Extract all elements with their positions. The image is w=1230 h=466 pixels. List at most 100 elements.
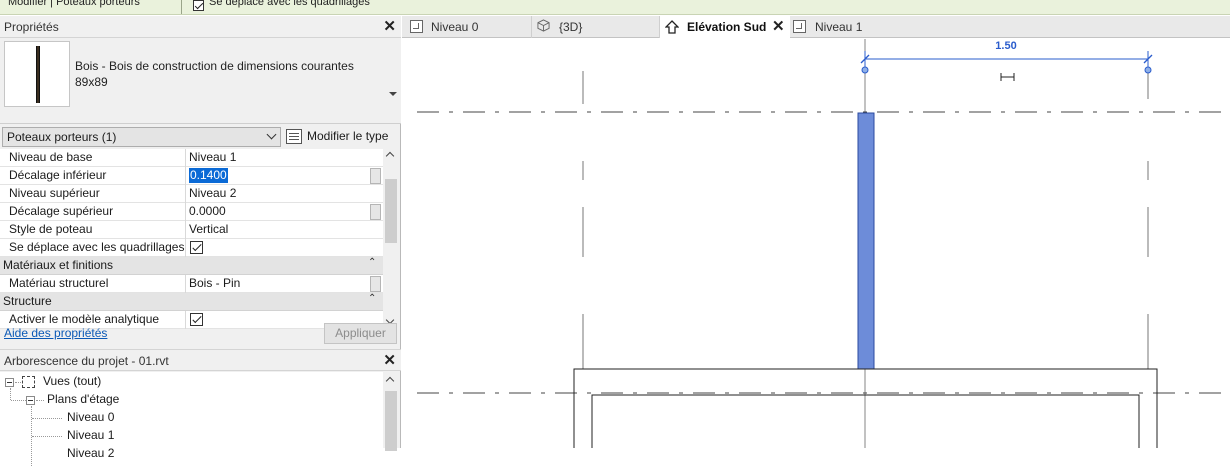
dimension-grip-left[interactable]: [861, 66, 869, 74]
property-row-base-level[interactable]: Niveau de base Niveau 1: [0, 149, 383, 167]
tab-label: {3D}: [559, 20, 583, 34]
property-label: Matériau structurel: [0, 275, 186, 293]
project-browser-scrollbar[interactable]: [383, 372, 399, 451]
property-label: Décalage supérieur: [0, 203, 186, 221]
views-icon: [22, 376, 35, 388]
type-name: Bois - Bois de construction de dimension…: [75, 58, 375, 90]
context-title: Modifier | Poteaux porteurs: [8, 0, 140, 8]
context-bar: Modifier | Poteaux porteurs Se déplace a…: [0, 0, 1230, 15]
property-row-base-offset[interactable]: Décalage inférieur 0.1400: [0, 167, 383, 185]
edit-type-label: Modifier le type: [307, 129, 389, 143]
property-value-button[interactable]: [370, 204, 381, 220]
tree-node-level-2[interactable]: Niveau 2: [67, 446, 114, 460]
elevation-icon: [665, 20, 679, 34]
tree-node-floor-plans[interactable]: Plans d'étage: [47, 392, 119, 406]
group-label: Matériaux et finitions: [3, 258, 114, 272]
collapse-icon[interactable]: ⌃: [368, 293, 376, 304]
scroll-up-icon[interactable]: [385, 376, 395, 386]
properties-table: Niveau de base Niveau 1 Décalage inférie…: [0, 149, 383, 329]
tree-node-level-1[interactable]: Niveau 1: [67, 428, 114, 442]
scroll-thumb[interactable]: [385, 179, 397, 243]
tree-node-views[interactable]: Vues (tout): [43, 374, 101, 388]
context-separator: [181, 0, 182, 14]
property-value[interactable]: Vertical: [189, 221, 228, 239]
3d-view-icon: [537, 19, 550, 32]
apply-button[interactable]: Appliquer: [324, 323, 397, 344]
tree-connector: [15, 382, 21, 383]
view-tabs: Niveau 0 {3D} Elévation Sud ✕ Niveau 1: [402, 16, 1230, 38]
type-selector[interactable]: Bois - Bois de construction de dimension…: [0, 38, 401, 124]
property-row-structural-material[interactable]: Matériau structurel Bois - Pin: [0, 275, 383, 293]
tree-node-level-0[interactable]: Niveau 0: [67, 410, 114, 424]
property-value[interactable]: 0.0000: [189, 203, 226, 221]
tree-connector: [36, 400, 44, 401]
properties-scrollbar[interactable]: [383, 149, 399, 329]
edit-type-button[interactable]: Modifier le type: [286, 127, 398, 147]
type-size: 89x89: [75, 75, 108, 89]
instance-filter-value: Poteaux porteurs (1): [7, 130, 117, 144]
analytical-model-checkbox[interactable]: [190, 313, 203, 326]
floor-plan-icon: [793, 20, 806, 33]
tab-level-0[interactable]: Niveau 0: [402, 16, 532, 38]
moves-with-grids-checkbox[interactable]: [193, 0, 204, 11]
project-browser-header: Arborescence du projet - 01.rvt ✕: [0, 349, 401, 371]
property-label: Décalage inférieur: [0, 167, 186, 185]
foundation-inner: [591, 394, 1140, 448]
scroll-thumb[interactable]: [385, 391, 397, 451]
project-browser-title: Arborescence du projet - 01.rvt: [4, 354, 169, 368]
property-value-button[interactable]: [370, 276, 381, 292]
floor-plan-icon: [410, 20, 423, 33]
scroll-up-icon[interactable]: [385, 151, 395, 161]
elevation-drawing[interactable]: 1.50: [402, 39, 1230, 448]
property-value-input[interactable]: 0.1400: [189, 168, 228, 183]
properties-close-icon[interactable]: ✕: [383, 17, 396, 35]
property-value[interactable]: Niveau 1: [189, 149, 236, 167]
group-materials[interactable]: Matériaux et finitions ⌃: [0, 257, 383, 275]
property-row-top-offset[interactable]: Décalage supérieur 0.0000: [0, 203, 383, 221]
moves-with-grids-label: Se déplace avec les quadrillages: [209, 0, 370, 8]
tab-3d[interactable]: {3D}: [532, 16, 660, 38]
property-value[interactable]: Niveau 2: [189, 185, 236, 203]
properties-help-link[interactable]: Aide des propriétés: [4, 326, 107, 340]
foundation-outline: [573, 368, 1158, 448]
tab-close-icon[interactable]: ✕: [772, 17, 785, 35]
collapse-toggle-icon[interactable]: [26, 396, 35, 405]
collapse-icon[interactable]: ⌃: [368, 257, 376, 268]
tab-level-1[interactable]: Niveau 1: [790, 16, 920, 38]
tree-connector: [11, 400, 26, 401]
group-label: Structure: [3, 294, 52, 308]
type-family-name: Bois - Bois de construction de dimension…: [75, 59, 354, 73]
property-row-column-style[interactable]: Style de poteau Vertical: [0, 221, 383, 239]
left-panel: Propriétés ✕ Bois - Bois de construction…: [0, 16, 401, 466]
property-row-moves-with-grids[interactable]: Se déplace avec les quadrillages: [0, 239, 383, 257]
selection-row: Poteaux porteurs (1) Modifier le type: [0, 126, 401, 150]
property-label: Se déplace avec les quadrillages: [0, 239, 186, 257]
tab-label: Elévation Sud: [687, 20, 767, 34]
property-label: Style de poteau: [0, 221, 186, 239]
type-dropdown-arrow-icon[interactable]: [389, 92, 397, 96]
property-value[interactable]: Bois - Pin: [189, 275, 240, 293]
tab-south-elevation[interactable]: Elévation Sud ✕: [660, 16, 790, 38]
type-preview-image: [4, 41, 70, 107]
properties-header: Propriétés ✕: [0, 16, 401, 38]
property-row-top-level[interactable]: Niveau supérieur Niveau 2: [0, 185, 383, 203]
project-browser-close-icon[interactable]: ✕: [383, 351, 396, 369]
tree-connector: [32, 436, 62, 437]
selected-structural-column[interactable]: [857, 112, 875, 370]
property-value-button[interactable]: [370, 168, 381, 184]
drawing-canvas[interactable]: 1.50: [402, 39, 1230, 448]
moves-with-grids-property-checkbox[interactable]: [190, 241, 203, 254]
project-browser-tree: Vues (tout) Plans d'étage Niveau 0 Nivea…: [0, 372, 383, 466]
dimension-grip-right[interactable]: [1144, 66, 1152, 74]
group-structure[interactable]: Structure ⌃: [0, 293, 383, 311]
properties-title: Propriétés: [4, 20, 59, 34]
edit-type-icon: [286, 129, 302, 144]
instance-filter-dropdown[interactable]: Poteaux porteurs (1): [2, 127, 281, 147]
property-label: Niveau de base: [0, 149, 186, 167]
tab-label: Niveau 1: [815, 20, 863, 34]
collapse-toggle-icon[interactable]: [5, 378, 14, 387]
property-label: Niveau supérieur: [0, 185, 186, 203]
dimension-value[interactable]: 1.50: [995, 40, 1016, 52]
move-text-handle-icon[interactable]: [1000, 73, 1015, 81]
tab-label: Niveau 0: [431, 20, 479, 34]
